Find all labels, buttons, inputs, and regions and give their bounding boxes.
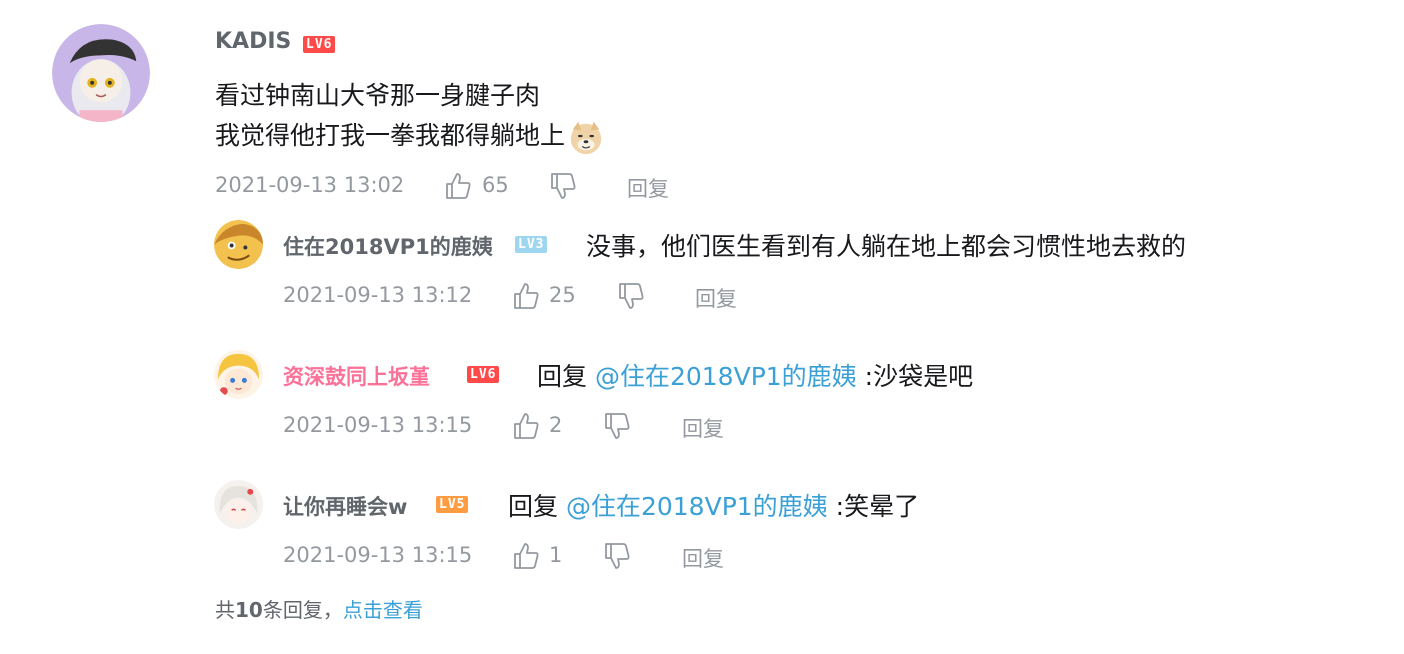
username[interactable]: 资深鼓同上坂堇 [283, 361, 430, 391]
avatar[interactable] [52, 24, 150, 122]
level-badge: LV3 [515, 236, 548, 253]
comment-line-2: 我觉得他打我一拳我都得躺地上 [215, 116, 605, 156]
username[interactable]: KADIS [215, 29, 291, 54]
like-count: 2 [549, 413, 563, 437]
reply-text: 回复 @住在2018VP1的鹿姨 :沙袋是吧 [537, 357, 973, 393]
reply-button[interactable]: 回复 [695, 283, 737, 313]
reply-text: 回复 @住在2018VP1的鹿姨 :笑晕了 [508, 487, 919, 523]
dislike-icon[interactable] [548, 171, 578, 201]
reply-button[interactable]: 回复 [627, 173, 669, 203]
mention-link[interactable]: @住在2018VP1的鹿姨 [595, 362, 857, 391]
reply-body: :笑晕了 [835, 492, 920, 521]
summary-prefix: 共 [215, 598, 235, 622]
like-icon[interactable] [443, 171, 473, 201]
comment-time: 2021-09-13 13:02 [215, 173, 405, 197]
level-badge: LV6 [303, 36, 336, 53]
reply-time: 2021-09-13 13:15 [283, 413, 473, 437]
reply-body: :沙袋是吧 [864, 362, 974, 391]
level-badge: LV5 [436, 496, 469, 513]
dislike-icon[interactable] [602, 411, 632, 441]
reply-summary: 共10条回复，点击查看 [215, 594, 423, 623]
username[interactable]: 让你再睡会w [283, 491, 407, 521]
reply-time: 2021-09-13 13:15 [283, 543, 473, 567]
reply-text: 没事，他们医生看到有人躺在地上都会习惯性地去救的 [586, 232, 1187, 261]
like-icon[interactable] [511, 411, 541, 441]
reply-prefix: 回复 [508, 492, 559, 521]
reply-button[interactable]: 回复 [682, 543, 724, 573]
avatar[interactable] [214, 350, 263, 399]
avatar[interactable] [214, 220, 263, 269]
username[interactable]: 住在2018VP1的鹿姨 [283, 231, 493, 261]
summary-suffix: 条回复， [262, 598, 343, 622]
reply-button[interactable]: 回复 [682, 413, 724, 443]
reply-time: 2021-09-13 13:12 [283, 283, 473, 307]
reply-count: 10 [235, 598, 263, 622]
comment-line-1: 看过钟南山大爷那一身腱子肉 [215, 81, 541, 110]
view-all-link[interactable]: 点击查看 [343, 598, 423, 622]
like-icon[interactable] [511, 281, 541, 311]
doge-emoji-icon [567, 118, 605, 156]
dislike-icon[interactable] [616, 281, 646, 311]
like-icon[interactable] [511, 541, 541, 571]
like-count: 25 [549, 283, 576, 307]
avatar[interactable] [214, 480, 263, 529]
dislike-icon[interactable] [602, 541, 632, 571]
mention-link[interactable]: @住在2018VP1的鹿姨 [566, 492, 828, 521]
reply-prefix: 回复 [537, 362, 588, 391]
like-count: 65 [482, 173, 509, 197]
like-count: 1 [549, 543, 563, 567]
level-badge: LV6 [467, 366, 500, 383]
